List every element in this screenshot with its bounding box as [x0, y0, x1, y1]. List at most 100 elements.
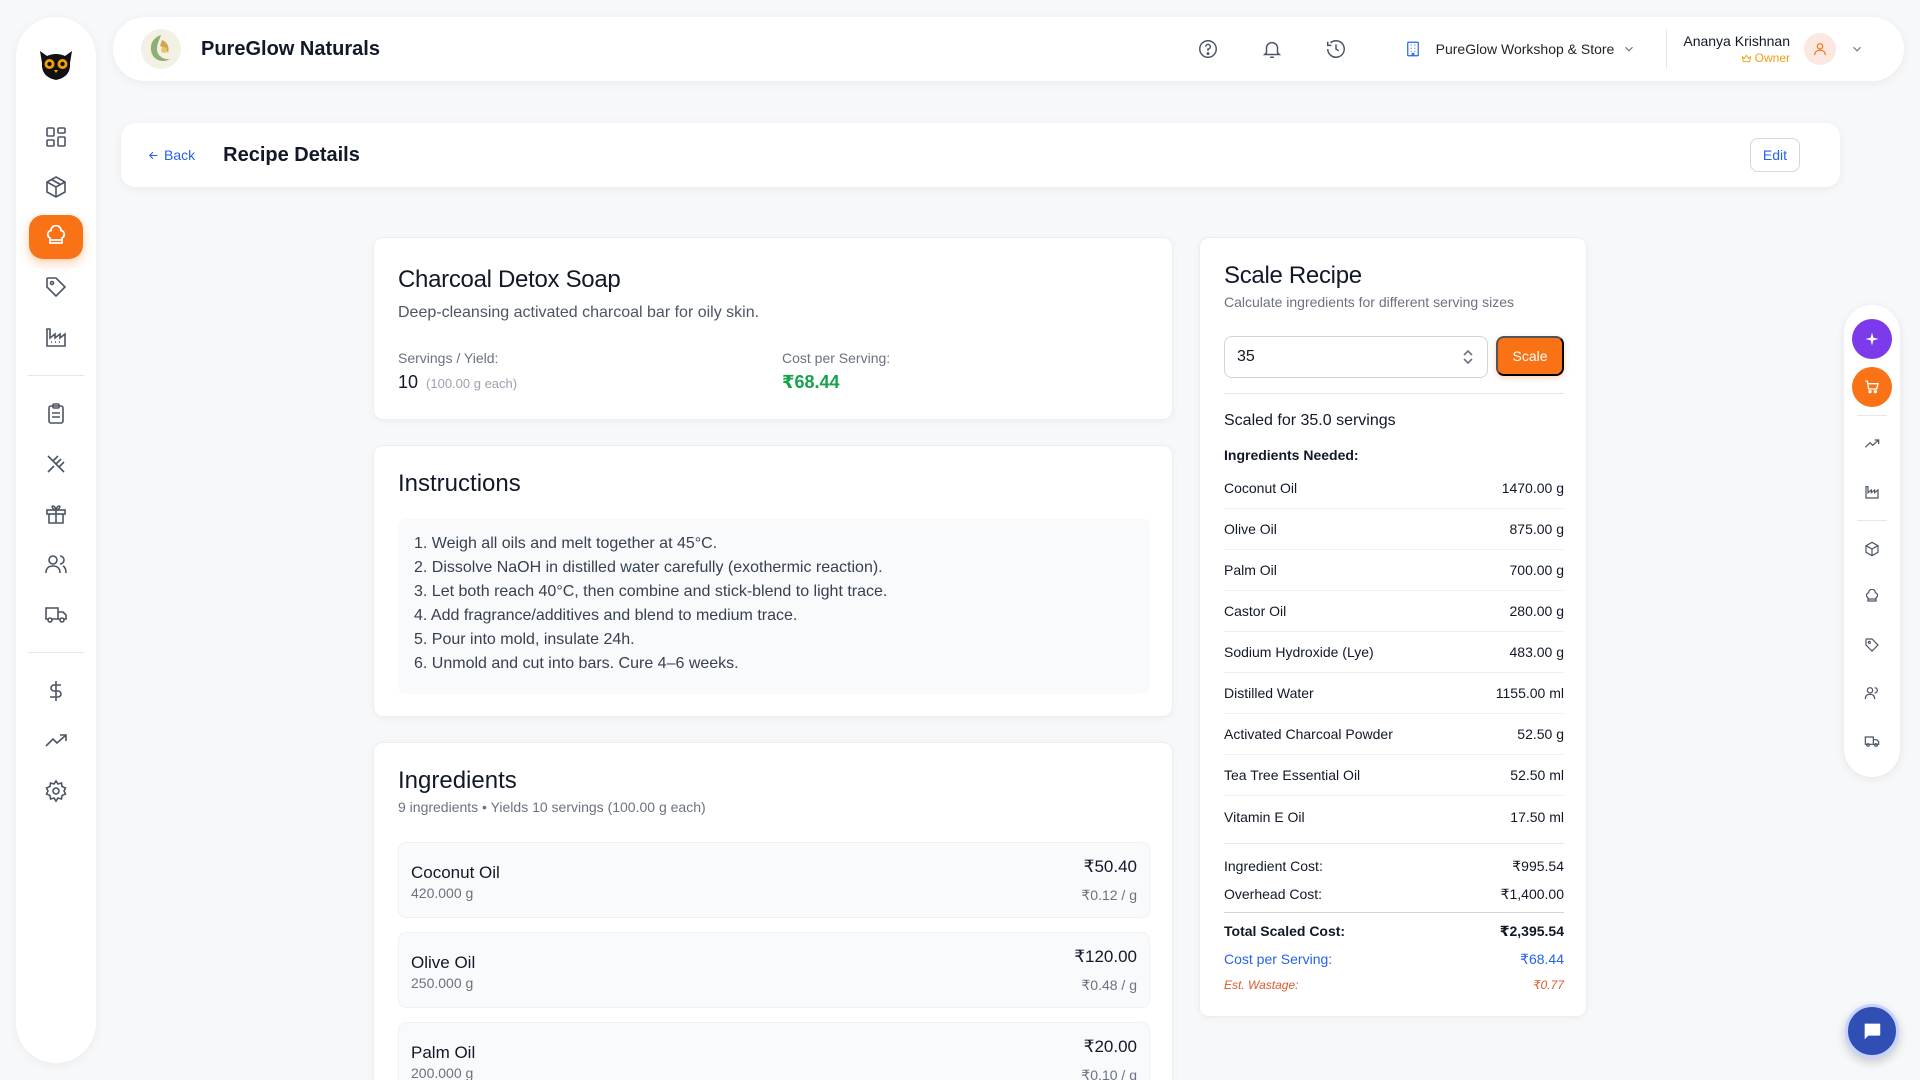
page-title: Recipe Details [223, 143, 360, 166]
chat-button[interactable] [1845, 1004, 1899, 1058]
chef-hat-icon[interactable] [29, 215, 83, 259]
servings-input[interactable]: 35 [1224, 336, 1488, 378]
edit-button[interactable]: Edit [1749, 138, 1800, 172]
ingredient-row[interactable]: Coconut Oil 420.000 g ₹50.40 ₹0.12 / g [398, 842, 1150, 918]
chat-icon [1864, 1023, 1881, 1040]
back-label: Back [164, 147, 196, 163]
scale-button[interactable]: Scale [1496, 336, 1564, 376]
scaled-ingredient-name: Sodium Hydroxide (Lye) [1224, 644, 1374, 660]
ingredient-cost-label: Ingredient Cost: [1224, 858, 1323, 874]
settings-icon[interactable] [29, 769, 83, 813]
page-header: Back Recipe Details Edit [121, 123, 1840, 187]
scaled-for-text: Scaled for 35.0 servings [1224, 412, 1396, 429]
bell-icon[interactable] [1252, 29, 1292, 69]
store-selector[interactable]: PureGlow Workshop & Store [1404, 40, 1637, 58]
overhead-cost-value: ₹1,400.00 [1500, 886, 1564, 902]
factory-icon[interactable] [29, 315, 83, 359]
scale-title: Scale Recipe [1224, 262, 1362, 289]
scaled-ingredient-amount: 1470.00 g [1501, 480, 1564, 496]
truck-icon[interactable] [1852, 721, 1892, 761]
ingredient-price: ₹20.00 [1083, 1037, 1137, 1056]
stepper-icon[interactable] [1461, 348, 1475, 366]
rail-divider [1857, 520, 1887, 521]
servings-number: 10 [398, 372, 419, 392]
dashboard-icon[interactable] [29, 115, 83, 159]
user-role: Owner [1741, 51, 1790, 65]
ingredient-unit-price: ₹0.12 / g [1081, 887, 1137, 903]
gift-icon[interactable] [29, 492, 83, 536]
scaled-ingredient-amount: 875.00 g [1509, 521, 1565, 537]
scaled-ingredient-row: Distilled Water 1155.00 ml [1224, 673, 1564, 714]
divider [1224, 912, 1564, 913]
scaled-ingredient-row: Olive Oil 875.00 g [1224, 509, 1564, 550]
wastage-value: ₹0.77 [1533, 978, 1564, 992]
avatar[interactable] [1804, 33, 1836, 65]
servings-input-value: 35 [1237, 348, 1255, 365]
scaled-ingredient-amount: 280.00 g [1509, 603, 1565, 619]
servings-value: 10 (100.00 g each) [398, 372, 517, 393]
ingredient-qty: 250.000 g [411, 975, 474, 991]
scaled-ingredient-name: Olive Oil [1224, 521, 1277, 537]
tag-icon[interactable] [29, 265, 83, 309]
users-icon[interactable] [1852, 673, 1892, 713]
ingredient-qty: 200.000 g [411, 1065, 474, 1080]
scaled-ingredient-name: Distilled Water [1224, 685, 1314, 701]
cps-line: Cost per Serving: ₹68.44 [1224, 951, 1564, 968]
help-icon[interactable] [1188, 29, 1228, 69]
scaled-ingredient-name: Coconut Oil [1224, 480, 1298, 496]
ingredient-unit-price: ₹0.10 / g [1081, 1067, 1137, 1080]
chef-hat-icon[interactable] [1852, 577, 1892, 617]
scaled-ingredient-row: Tea Tree Essential Oil 52.50 ml [1224, 755, 1564, 796]
cart-icon[interactable] [1852, 367, 1892, 407]
utensils-icon[interactable] [29, 442, 83, 486]
trending-icon[interactable] [1852, 424, 1892, 464]
ingredients-title: Ingredients [398, 767, 517, 794]
chevron-down-icon[interactable] [1850, 42, 1864, 56]
cost-per-serving-value: ₹68.44 [782, 372, 840, 392]
history-icon[interactable] [1316, 29, 1356, 69]
servings-label: Servings / Yield: [398, 350, 499, 366]
divider [1224, 393, 1564, 394]
top-bar: PureGlow Naturals PureGlow Workshop & St… [113, 17, 1904, 81]
ingredient-row[interactable]: Palm Oil 200.000 g ₹20.00 ₹0.10 / g [398, 1022, 1150, 1080]
wastage-label: Est. Wastage: [1224, 978, 1299, 992]
scaled-ingredient-row: Activated Charcoal Powder 52.50 g [1224, 714, 1564, 755]
ingredient-price: ₹50.40 [1083, 857, 1137, 876]
scaled-ingredient-row: Sodium Hydroxide (Lye) 483.00 g [1224, 632, 1564, 673]
scaled-ingredient-name: Activated Charcoal Powder [1224, 726, 1393, 742]
instructions-card: Instructions 1. Weigh all oils and melt … [373, 445, 1173, 717]
instructions-title: Instructions [398, 470, 521, 497]
chevron-down-icon [1622, 42, 1636, 56]
building-icon [1404, 40, 1422, 58]
brand-name: PureGlow Naturals [201, 37, 380, 60]
clipboard-icon[interactable] [29, 392, 83, 436]
trending-icon[interactable] [29, 719, 83, 763]
top-divider [1666, 29, 1668, 69]
scale-recipe-card: Scale Recipe Calculate ingredients for d… [1199, 237, 1587, 1017]
ingredient-price: ₹120.00 [1074, 947, 1137, 966]
ingredient-row[interactable]: Olive Oil 250.000 g ₹120.00 ₹0.48 / g [398, 932, 1150, 1008]
owl-logo-icon[interactable] [36, 45, 76, 85]
overhead-cost-line: Overhead Cost: ₹1,400.00 [1224, 886, 1564, 903]
recipe-name: Charcoal Detox Soap [398, 266, 621, 293]
crown-icon [1741, 54, 1751, 62]
instruction-step: 2. Dissolve NaOH in distilled water care… [414, 559, 883, 576]
user-info[interactable]: Ananya Krishnan Owner [1683, 33, 1790, 65]
tag-icon[interactable] [1852, 625, 1892, 665]
package-icon[interactable] [29, 165, 83, 209]
scaled-ingredient-amount: 52.50 g [1517, 726, 1564, 742]
ingredients-needed-label: Ingredients Needed: [1224, 447, 1359, 463]
instructions-box: 1. Weigh all oils and melt together at 4… [398, 518, 1150, 694]
back-button[interactable]: Back [147, 147, 195, 163]
package-icon[interactable] [1852, 529, 1892, 569]
user-name: Ananya Krishnan [1683, 33, 1790, 49]
ingredients-subtitle: 9 ingredients • Yields 10 servings (100.… [398, 799, 706, 815]
dollar-icon[interactable] [29, 669, 83, 713]
users-icon[interactable] [29, 542, 83, 586]
scaled-ingredient-amount: 483.00 g [1509, 644, 1565, 660]
factory-icon[interactable] [1852, 472, 1892, 512]
sparkle-icon[interactable] [1852, 319, 1892, 359]
cps-value: ₹68.44 [1520, 951, 1564, 967]
truck-icon[interactable] [29, 592, 83, 636]
recipe-description: Deep-cleansing activated charcoal bar fo… [398, 304, 760, 321]
